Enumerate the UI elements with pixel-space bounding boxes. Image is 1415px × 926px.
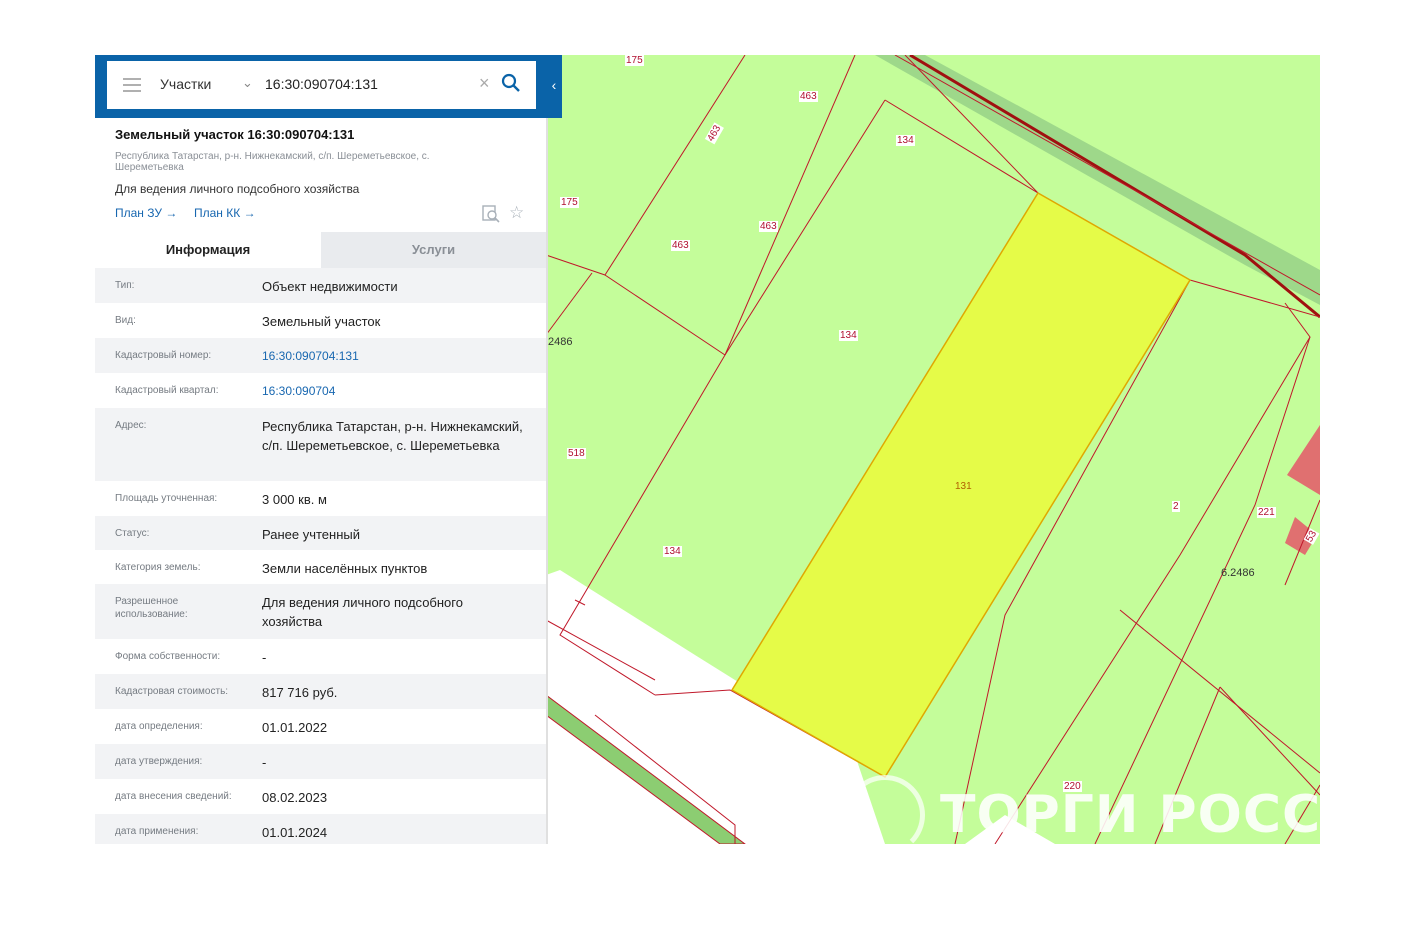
info-key: дата внесения сведений: (115, 791, 232, 802)
map-frame: 175 463 463 134 175 463 463 2486 134 518… (95, 55, 1320, 844)
search-icon[interactable] (501, 73, 521, 93)
info-key: Кадастровый квартал: (115, 385, 219, 396)
info-key: Кадастровый номер: (115, 350, 212, 361)
info-key: Адрес: (115, 420, 147, 431)
map-label: 175 (625, 55, 644, 66)
plan-kk-link[interactable]: План КК → (194, 206, 256, 220)
tab-services[interactable]: Услуги (321, 232, 546, 268)
map-label: 463 (671, 240, 690, 251)
info-key: Вид: (115, 315, 136, 326)
search-input[interactable] (265, 73, 465, 95)
map-label: 175 (560, 197, 579, 208)
info-row: Адрес: Республика Татарстан, р-н. Нижнек… (95, 408, 546, 481)
info-key: дата применения: (115, 826, 199, 837)
map-label: 221 (1257, 507, 1276, 518)
info-key: Тип: (115, 280, 135, 291)
search-box: Участки ⌄ × (107, 61, 536, 109)
cadastral-number-link[interactable]: 16:30:090704:131 (262, 347, 537, 366)
info-row: Тип: Объект недвижимости (95, 268, 546, 303)
info-value: 08.02.2023 (262, 790, 328, 805)
info-panel: Участки ⌄ × ‹ Земельный участок 16:30:09… (95, 55, 562, 844)
collapse-panel-button[interactable]: ‹ (546, 55, 562, 118)
info-value: - (262, 755, 267, 770)
info-value: Для ведения личного подсобного хозяйства (262, 595, 463, 629)
info-row: дата определения: 01.01.2022 (95, 709, 546, 744)
info-value: 01.01.2022 (262, 720, 328, 735)
map-label: 6.2486 (1221, 567, 1255, 579)
object-purpose: Для ведения личного подсобного хозяйства (115, 182, 360, 196)
info-row: Кадастровый квартал: 16:30:090704 (95, 373, 546, 408)
info-value: Земли населённых пунктов (262, 561, 428, 576)
search-type-select[interactable]: Участки (160, 76, 211, 92)
info-row: Вид: Земельный участок (95, 303, 546, 338)
map-label: 518 (567, 448, 586, 459)
plan-zu-link[interactable]: План ЗУ → (115, 206, 177, 220)
info-table: Тип: Объект недвижимости Вид: Земельный … (95, 268, 546, 844)
info-key: дата утверждения: (115, 756, 203, 767)
info-key: Категория земель: (115, 562, 201, 573)
object-title: Земельный участок 16:30:090704:131 (115, 127, 355, 142)
map-label: 463 (759, 221, 778, 232)
info-row: Форма собственности: - (95, 639, 546, 674)
info-row: Кадастровый номер: 16:30:090704:131 (95, 338, 546, 373)
tabs: Информация Услуги (95, 232, 546, 268)
search-bar: Участки ⌄ × ‹ (95, 55, 562, 118)
info-value: 01.01.2024 (262, 825, 328, 840)
info-row: дата внесения сведений: 08.02.2023 (95, 779, 546, 814)
chevron-down-icon[interactable]: ⌄ (242, 75, 253, 91)
info-key: Статус: (115, 528, 150, 539)
info-row: дата применения: 01.01.2024 (95, 814, 546, 844)
info-value: - (262, 650, 267, 665)
tab-information[interactable]: Информация (95, 232, 321, 268)
object-address: Республика Татарстан, р-н. Нижнекамский,… (115, 151, 430, 173)
map-label: 134 (839, 330, 858, 341)
info-value: 3 000 кв. м (262, 492, 327, 507)
info-row: Статус: Ранее учтенный (95, 516, 546, 550)
info-key: Площадь уточненная: (115, 493, 218, 504)
map-label: 463 (799, 91, 818, 102)
info-row: Разрешенное использование: Для ведения л… (95, 584, 546, 639)
info-value: Республика Татарстан, р-н. Нижнекамский,… (262, 419, 523, 453)
map-label: 134 (663, 546, 682, 557)
info-value: Земельный участок (262, 314, 381, 329)
find-on-map-icon[interactable] (482, 205, 500, 223)
cadastral-quarter-link[interactable]: 16:30:090704 (262, 382, 537, 401)
menu-icon[interactable] (123, 78, 141, 92)
map-label: 134 (896, 135, 915, 146)
selected-parcel-label: 131 (955, 481, 972, 492)
info-key: Разрешенное использование: (115, 596, 188, 620)
info-row: дата утверждения: - (95, 744, 546, 779)
info-row: Категория земель: Земли населённых пункт… (95, 550, 546, 584)
info-row: Кадастровая стоимость: 817 716 руб. (95, 674, 546, 709)
info-value: Объект недвижимости (262, 279, 398, 294)
info-row: Площадь уточненная: 3 000 кв. м (95, 481, 546, 516)
watermark-text: ТОРГИ РОССИ (940, 785, 1320, 844)
info-value: 817 716 руб. (262, 685, 338, 700)
panel-scrollbar[interactable] (546, 118, 548, 844)
favorite-star-icon[interactable]: ☆ (509, 203, 524, 223)
map-label: 2 (1172, 501, 1180, 512)
clear-icon[interactable]: × (479, 73, 490, 94)
info-value: Ранее учтенный (262, 527, 360, 542)
map-label: 2486 (548, 336, 573, 348)
info-key: Кадастровая стоимость: (115, 686, 229, 697)
info-key: дата определения: (115, 721, 203, 732)
info-key: Форма собственности: (115, 651, 221, 662)
